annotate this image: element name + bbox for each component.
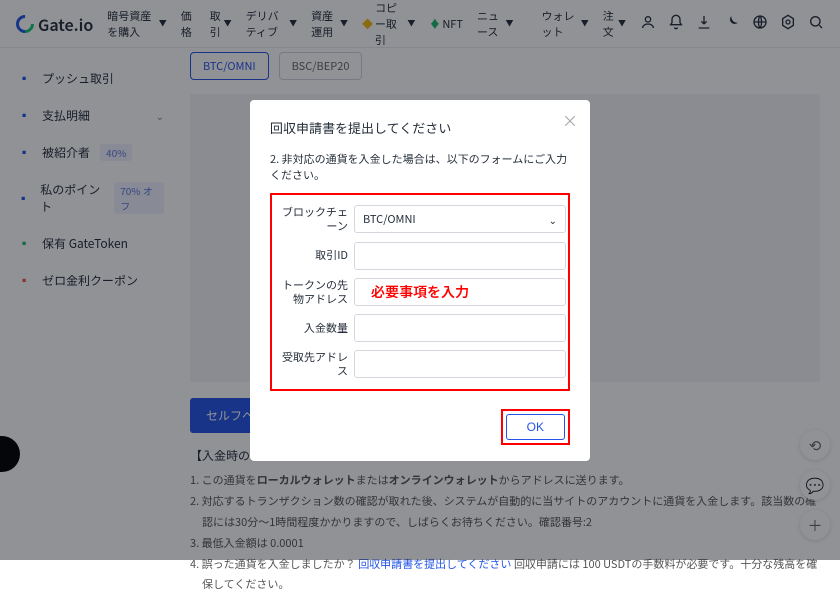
txid-label: 取引ID [274,248,348,262]
ok-button[interactable]: OK [506,414,565,440]
recv-address-label: 受取先アドレス [274,350,348,379]
blockchain-select[interactable]: BTC/OMNI⌄ [354,205,566,233]
token-address-label: トークンの先物アドレス [274,278,348,307]
blockchain-label: ブロックチェーン [274,205,348,234]
recovery-modal: × 回収申請書を提出してください 2. 非対応の通貨を入金した場合は、以下のフォ… [250,100,590,461]
amount-input[interactable] [354,314,566,342]
recv-address-input[interactable] [354,350,566,378]
modal-overlay[interactable]: × 回収申請書を提出してください 2. 非対応の通貨を入金した場合は、以下のフォ… [0,0,840,560]
form-highlight: ブロックチェーン BTC/OMNI⌄ 取引ID トークンの先物アドレス 必要事項… [270,193,570,391]
close-icon[interactable]: × [562,108,578,132]
ok-highlight: OK [501,409,570,445]
modal-subtitle: 2. 非対応の通貨を入金した場合は、以下のフォームにご入力ください。 [270,151,570,183]
txid-input[interactable] [354,242,566,270]
modal-title: 回収申請書を提出してください [270,118,570,137]
chevron-down-icon: ⌄ [549,212,557,227]
amount-label: 入金数量 [274,321,348,335]
token-address-input[interactable] [354,278,566,306]
